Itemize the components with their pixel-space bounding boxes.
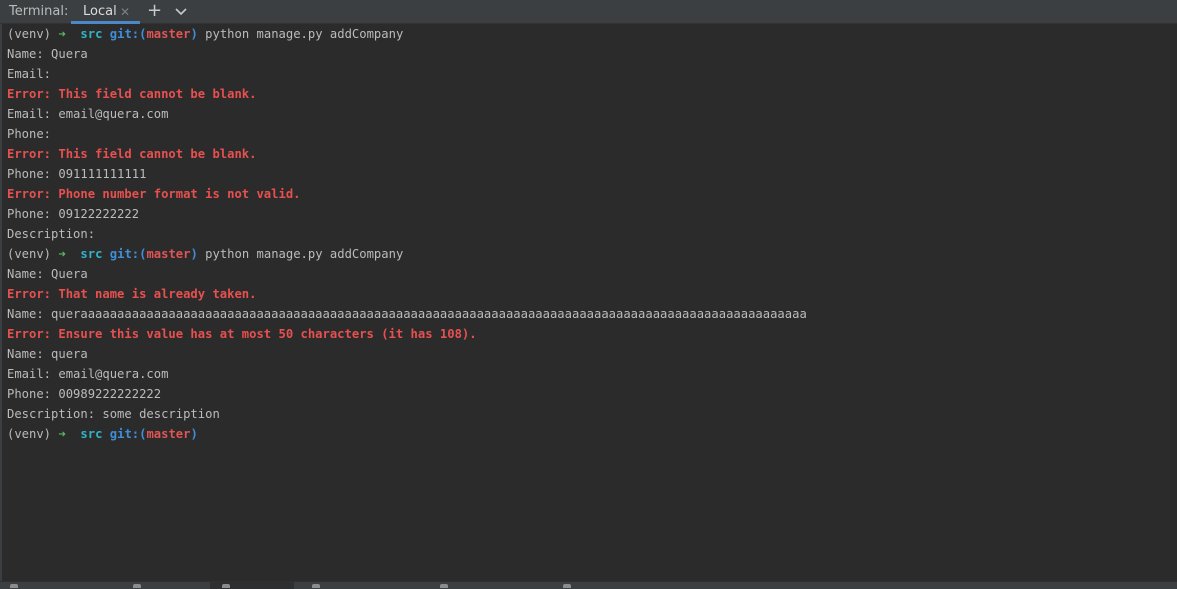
output-line: Phone: 09122222222: [7, 207, 140, 221]
output-line: Name: Quera: [7, 267, 88, 281]
plus-icon[interactable]: +: [147, 1, 162, 21]
output-line: Phone: 091111111111: [7, 167, 147, 181]
terminal-title: Terminal:: [9, 4, 69, 19]
tab-local[interactable]: Local ✕: [71, 0, 140, 24]
venv-label: (venv): [7, 427, 52, 441]
tool-window-icon[interactable]: [133, 584, 141, 588]
prompt-arrow-icon: ➜: [58, 27, 66, 41]
terminal-lines: (venv) ➜ src git:(master) python manage.…: [7, 24, 807, 444]
output-line: Email: email@quera.com: [7, 367, 169, 381]
prompt-git-close: ): [190, 427, 198, 441]
prompt-git-branch: master: [146, 427, 191, 441]
error-line: Error: Ensure this value has at most 50 …: [7, 327, 477, 341]
prompt-line: (venv) ➜ src git:(master) python manage.…: [7, 24, 807, 44]
output-line: Name: queraaaaaaaaaaaaaaaaaaaaaaaaaaaaaa…: [7, 307, 807, 321]
command-text: python manage.py addCompany: [205, 27, 404, 41]
chevron-down-icon[interactable]: [173, 4, 189, 20]
output-line: Description:: [7, 227, 96, 241]
terminal-tab-bar: Terminal: Local ✕ +: [0, 0, 1177, 24]
venv-label: (venv): [7, 247, 52, 261]
output-line: Name: Quera: [7, 47, 88, 61]
tool-window-icon[interactable]: [10, 584, 18, 588]
prompt-git-label: git:(: [109, 427, 147, 441]
output-line: Email: email@quera.com: [7, 107, 169, 121]
prompt-line: (venv) ➜ src git:(master): [7, 424, 807, 444]
tab-local-label: Local: [83, 4, 117, 19]
error-line: Error: This field cannot be blank.: [7, 147, 257, 161]
tool-window-icon[interactable]: [563, 584, 571, 588]
output-line: Description: some description: [7, 407, 220, 421]
output-line: Name: quera: [7, 347, 88, 361]
prompt-git-close: ): [190, 247, 198, 261]
error-line: Error: This field cannot be blank.: [7, 87, 257, 101]
prompt-git-label: git:(: [109, 247, 147, 261]
output-line: Email:: [7, 67, 52, 81]
error-line: Error: Phone number format is not valid.: [7, 187, 301, 201]
prompt-line: (venv) ➜ src git:(master) python manage.…: [7, 244, 807, 264]
tool-window-tab-terminal[interactable]: [210, 582, 294, 589]
prompt-git-branch: master: [146, 247, 191, 261]
terminal-icon: [222, 584, 230, 588]
command-text: python manage.py addCompany: [205, 247, 404, 261]
prompt-arrow-icon: ➜: [58, 247, 66, 261]
venv-label: (venv): [7, 27, 52, 41]
prompt-directory: src: [80, 427, 103, 441]
tool-window-icon[interactable]: [312, 584, 320, 588]
error-line: Error: That name is already taken.: [7, 287, 257, 301]
prompt-directory: src: [80, 27, 103, 41]
tool-window-icon[interactable]: [440, 584, 448, 588]
output-line: Phone:: [7, 127, 52, 141]
prompt-arrow-icon: ➜: [58, 427, 66, 441]
output-line: Phone: 00989222222222: [7, 387, 162, 401]
prompt-git-branch: master: [146, 27, 191, 41]
prompt-directory: src: [80, 247, 103, 261]
prompt-git-close: ): [190, 27, 198, 41]
tool-window-strip: [0, 581, 1177, 589]
close-icon[interactable]: ✕: [120, 4, 130, 20]
terminal-output[interactable]: (venv) ➜ src git:(master) python manage.…: [0, 24, 1177, 581]
prompt-git-label: git:(: [109, 27, 147, 41]
